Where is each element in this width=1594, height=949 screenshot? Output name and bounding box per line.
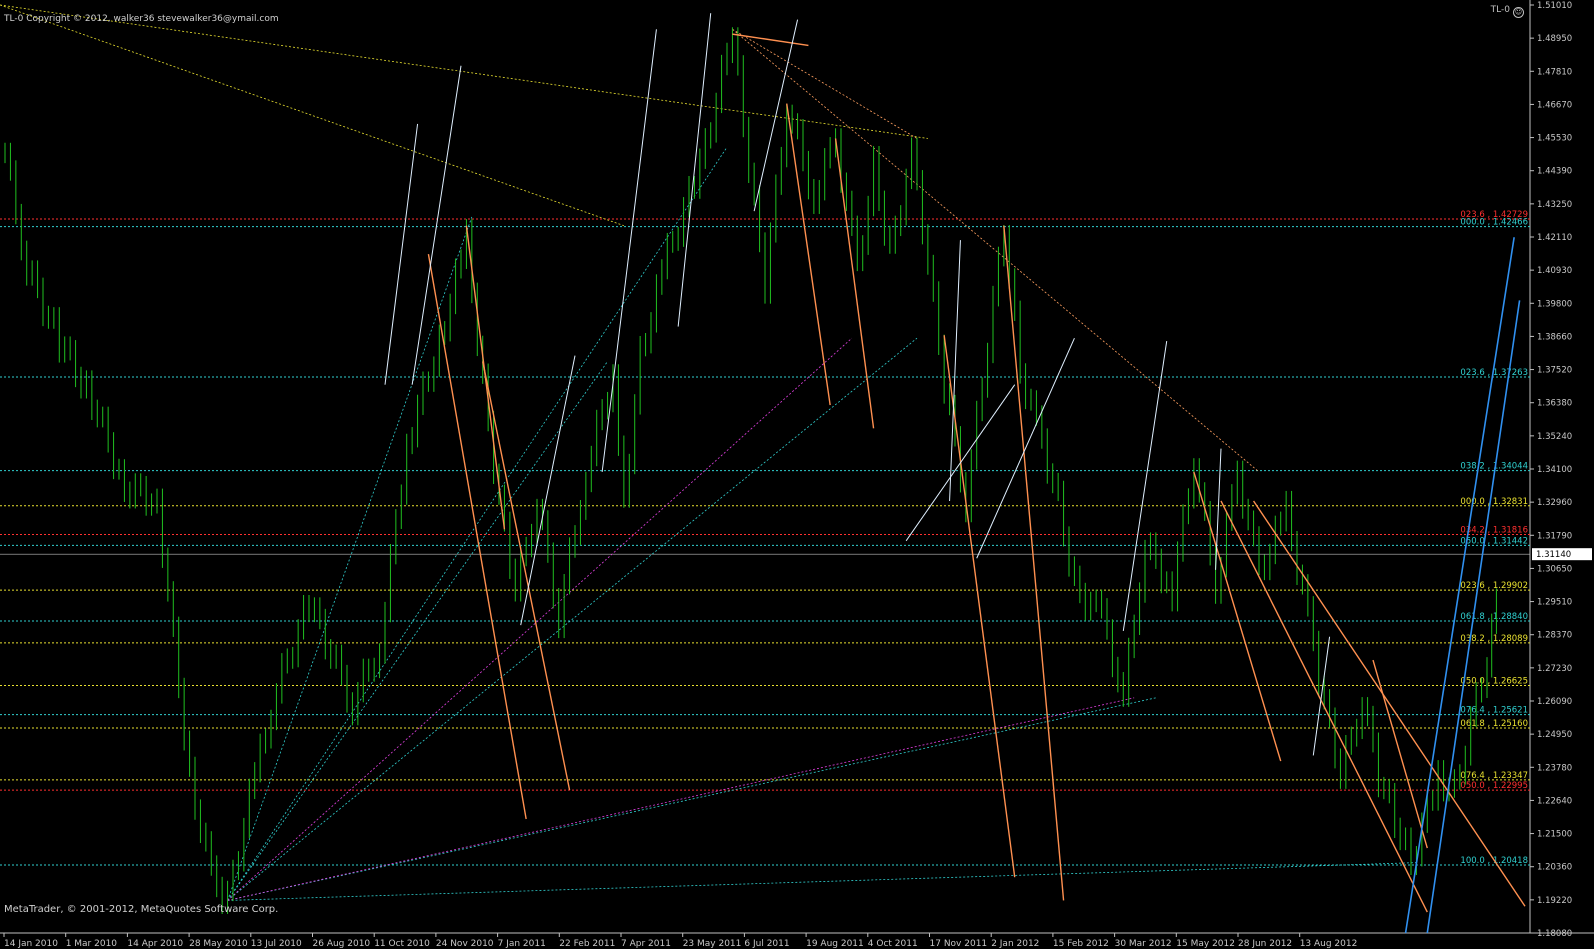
smiley-icon: ☺ — [1513, 7, 1524, 18]
fib-level-label: 023.6 , 1.29902 — [1460, 581, 1528, 591]
fan-line — [0, 4, 624, 227]
price-chart[interactable]: 1.51010 1.48950 1.47810 1.46670 1.45530 1.443… — [0, 0, 1594, 949]
projection-line — [482, 361, 571, 791]
y-tick-label: 1.39800 — [1537, 299, 1572, 309]
y-tick-label: 1.40930 — [1537, 266, 1572, 276]
current-price-label: 1.31140 — [1536, 550, 1571, 560]
x-tick-label: 4 Oct 2011 — [868, 939, 918, 949]
x-tick-label: 7 Jan 2011 — [498, 939, 546, 949]
y-tick-label: 1.23780 — [1537, 763, 1572, 773]
y-tick-label: 1.27230 — [1537, 664, 1572, 674]
indicator-tag: TL-0 ☺ — [1491, 5, 1524, 18]
fib-level-label: 050.0 , 1.22995 — [1460, 781, 1528, 791]
fan-line — [227, 216, 473, 901]
x-tick-label: 22 Feb 2011 — [559, 939, 615, 949]
projection-line — [943, 335, 1016, 878]
trend-line — [411, 65, 462, 385]
x-tick-label: 30 Mar 2012 — [1115, 939, 1172, 949]
trend-line — [601, 29, 657, 472]
projection-line — [834, 138, 875, 429]
projection-line — [1003, 225, 1065, 901]
fib-level-label: 050.0 , 1.26625 — [1460, 676, 1528, 686]
y-tick-label: 1.46670 — [1537, 100, 1572, 110]
y-tick-label: 1.30650 — [1537, 564, 1572, 574]
y-tick-label: 1.35240 — [1537, 432, 1572, 442]
projection-line — [1252, 500, 1526, 907]
x-tick-label: 1 Mar 2010 — [66, 939, 118, 949]
x-tick-label: 13 Aug 2012 — [1300, 939, 1358, 949]
y-tick-label: 1.51010 — [1537, 1, 1572, 11]
y-tick-label: 1.28370 — [1537, 631, 1572, 641]
x-tick-label: 11 Oct 2010 — [374, 939, 430, 949]
trend-line — [905, 384, 1016, 542]
x-tick-label: 15 Feb 2012 — [1053, 939, 1109, 949]
x-tick-label: 19 Aug 2011 — [806, 939, 864, 949]
fan-line — [227, 862, 1417, 901]
y-tick-label: 1.19220 — [1537, 896, 1572, 906]
y-tick-label: 1.26090 — [1537, 697, 1572, 707]
trend-line — [1312, 636, 1331, 756]
x-tick-label: 23 May 2011 — [683, 939, 742, 949]
x-tick-label: 2 Jan 2012 — [991, 939, 1039, 949]
projection-line — [732, 33, 809, 47]
fan-line — [227, 337, 853, 901]
y-tick-label: 1.34100 — [1537, 465, 1572, 475]
fan-line — [227, 337, 918, 901]
x-tick-label: 26 Aug 2010 — [313, 939, 371, 949]
fan-line — [732, 28, 918, 139]
y-tick-label: 1.20360 — [1537, 863, 1572, 873]
fan-line — [732, 28, 1260, 473]
fan-line — [227, 146, 728, 901]
x-tick-label: 7 Apr 2011 — [621, 939, 671, 949]
projection-line — [1220, 500, 1428, 913]
y-tick-label: 1.32960 — [1537, 498, 1572, 508]
x-tick-label: 6 Jul 2011 — [744, 939, 789, 949]
y-tick-label: 1.36380 — [1537, 399, 1572, 409]
trend-line — [677, 13, 712, 327]
y-tick-label: 1.31790 — [1537, 531, 1572, 541]
x-tick-label: 14 Apr 2010 — [127, 939, 183, 949]
y-tick-label: 1.44390 — [1537, 167, 1572, 177]
y-tick-label: 1.22640 — [1537, 796, 1572, 806]
chart-window[interactable]: 1.51010 1.48950 1.47810 1.46670 1.45530 1.443… — [0, 0, 1594, 949]
x-tick-label: 28 Jun 2012 — [1238, 939, 1292, 949]
y-tick-label: 1.18080 — [1537, 929, 1572, 939]
y-tick-label: 1.45530 — [1537, 134, 1572, 144]
x-tick-label: 17 Nov 2011 — [930, 939, 988, 949]
projection-line — [786, 103, 831, 406]
y-tick-label: 1.48950 — [1537, 34, 1572, 44]
trend-line — [520, 355, 576, 626]
fib-level-label: 076.4 , 1.23347 — [1460, 771, 1528, 781]
x-tick-label: 13 Jul 2010 — [251, 939, 302, 949]
y-tick-label: 1.42110 — [1537, 233, 1572, 243]
fib-level-label: 000.0 , 1.32831 — [1460, 497, 1528, 507]
y-tick-label: 1.24950 — [1537, 730, 1572, 740]
projection-line — [1193, 471, 1282, 762]
indicator-name: TL-0 — [1490, 5, 1510, 15]
trend-line — [949, 240, 961, 502]
trend-line — [384, 123, 419, 385]
x-tick-label: 15 May 2012 — [1176, 939, 1235, 949]
x-tick-label: 24 Nov 2010 — [436, 939, 494, 949]
platform-label: MetaTrader, © 2001-2012, MetaQuotes Soft… — [4, 904, 279, 915]
fib-level-label: 050.0 , 1.31442 — [1460, 536, 1528, 546]
y-tick-label: 1.47810 — [1537, 67, 1572, 77]
x-tick-label: 14 Jan 2010 — [4, 939, 58, 949]
copyright-label: TL-0 Copyright © 2012, walker36 stevewal… — [4, 14, 279, 24]
x-tick-label: 28 May 2010 — [189, 939, 248, 949]
y-tick-label: 1.29510 — [1537, 598, 1572, 608]
y-tick-label: 1.37520 — [1537, 366, 1572, 376]
fib-level-label: 061.8 , 1.28840 — [1460, 612, 1528, 622]
y-tick-label: 1.21500 — [1537, 830, 1572, 840]
y-tick-label: 1.43250 — [1537, 200, 1572, 210]
fib-level-label: 034.2 , 1.31816 — [1460, 526, 1528, 536]
y-tick-label: 1.38660 — [1537, 332, 1572, 342]
fib-level-label: 000.0 , 1.42466 — [1460, 218, 1528, 228]
